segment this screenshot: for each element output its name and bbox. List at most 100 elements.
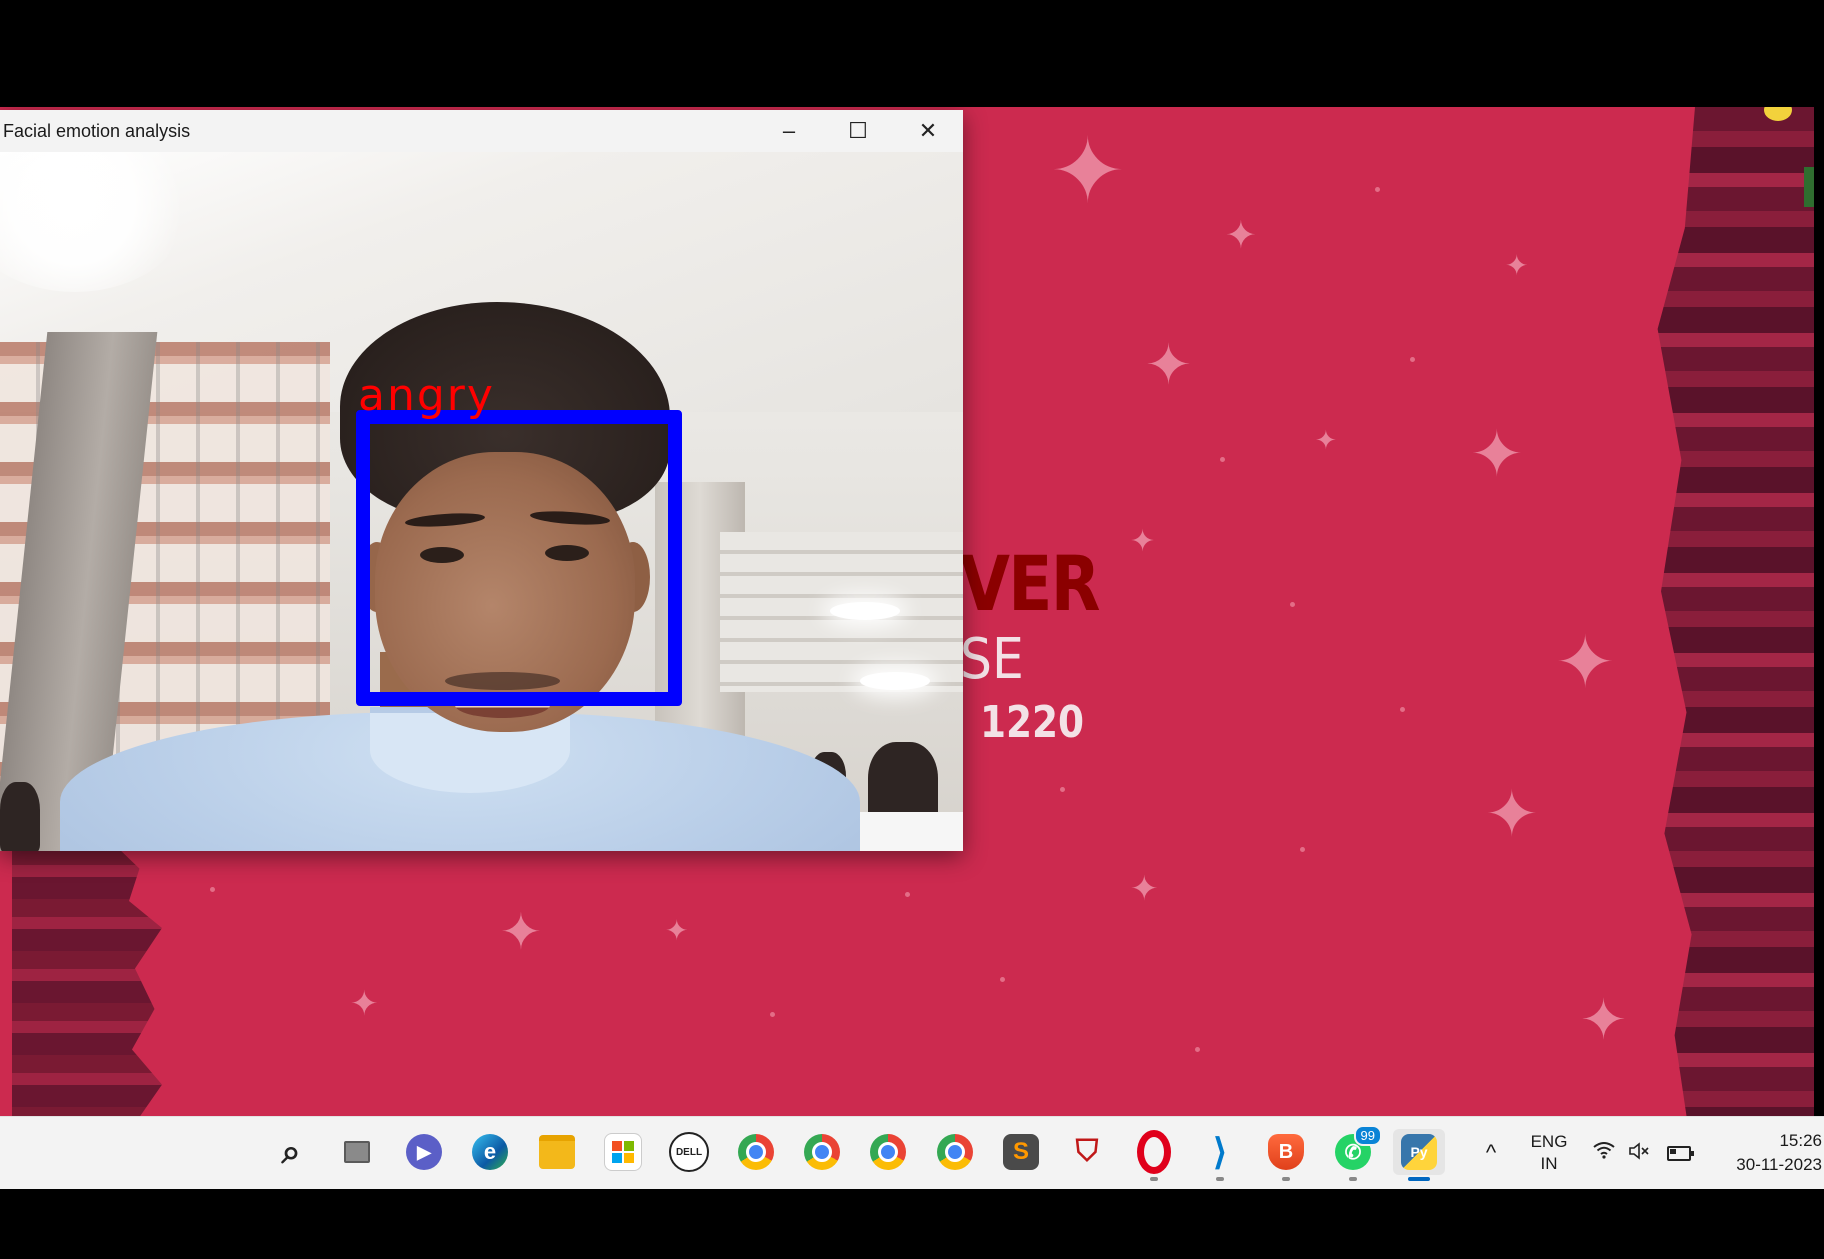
game-subline: SE [960, 627, 1024, 692]
sparkle-icon: ✦ [1145, 333, 1192, 396]
sparkle-dot [770, 1012, 775, 1017]
sparkle-dot [210, 887, 215, 892]
face-detection-box [356, 410, 682, 706]
whatsapp-button[interactable]: ✆ 99 [1330, 1125, 1382, 1181]
close-button[interactable]: ✕ [893, 110, 963, 152]
sparkle-icon: ✦ [1130, 525, 1156, 558]
python-icon: Py [1401, 1134, 1437, 1170]
sparkle-icon: ✦ [665, 915, 689, 946]
battery-icon [1667, 1145, 1694, 1161]
battery-button[interactable] [1664, 1117, 1694, 1189]
sparkle-dot [1060, 787, 1065, 792]
chrome-profile-2-button[interactable] [799, 1129, 845, 1175]
active-indicator [1408, 1177, 1430, 1181]
mcafee-shield-icon: ⛉ [1075, 1135, 1099, 1168]
sparkle-dot [1220, 457, 1225, 462]
sparkle-dot [1195, 1047, 1200, 1052]
taskbar: ⌕ ▶ e DELL S ⛉ ⟩ B ✆ 99 Py ^ ENG IN 15:2… [0, 1116, 1824, 1189]
game-headline: VER [960, 539, 1100, 628]
region-code: IN [1540, 1154, 1558, 1173]
wifi-button[interactable] [1590, 1117, 1618, 1189]
vscode-button[interactable]: ⟩ [1197, 1129, 1243, 1181]
close-icon: ✕ [918, 118, 938, 143]
teams-chat-button[interactable]: ▶ [401, 1129, 447, 1175]
facial-emotion-window[interactable]: Facial emotion analysis – ☐ ✕ angry [0, 110, 963, 851]
running-indicator [1216, 1177, 1224, 1181]
sparkle-icon: ✦ [1130, 870, 1159, 908]
window-title: Facial emotion analysis [3, 120, 191, 141]
notification-badge: 99 [1353, 1125, 1382, 1146]
sparkle-dot [1400, 707, 1405, 712]
webcam-feed: angry [0, 152, 963, 851]
sparkle-dot [1375, 187, 1380, 192]
store-icon [604, 1133, 642, 1171]
search-button[interactable]: ⌕ [268, 1129, 314, 1175]
chrome-button[interactable] [733, 1129, 779, 1175]
sparkle-icon: ✦ [1555, 623, 1616, 703]
sparkle-icon: ✦ [1225, 215, 1257, 257]
green-edge-strip [1804, 167, 1814, 207]
chevron-up-icon: ^ [1485, 1140, 1497, 1165]
sparkle-icon: ✦ [1050, 122, 1126, 222]
brave-button[interactable]: B [1263, 1129, 1309, 1181]
sparkle-dot [1300, 847, 1305, 852]
sparkle-icon: ✦ [1315, 425, 1337, 455]
sparkle-dot [905, 892, 910, 897]
python-button[interactable]: Py [1393, 1129, 1445, 1181]
chrome-profile-icon [870, 1134, 906, 1170]
chrome-profile-icon [804, 1134, 840, 1170]
left-decorative-border [12, 847, 162, 1116]
language-indicator[interactable]: ENG IN [1526, 1117, 1572, 1189]
task-view-icon [339, 1134, 375, 1170]
minimize-icon: – [782, 118, 796, 143]
sublime-text-button[interactable]: S [998, 1129, 1044, 1175]
folder-icon [539, 1135, 575, 1169]
show-hidden-icons-button[interactable]: ^ [1478, 1117, 1504, 1189]
file-explorer-button[interactable] [534, 1129, 580, 1175]
sparkle-dot [1410, 357, 1415, 362]
sublime-text-icon: S [1003, 1134, 1039, 1170]
opera-icon [1136, 1130, 1172, 1174]
dell-icon: DELL [669, 1132, 709, 1172]
microsoft-store-button[interactable] [600, 1129, 646, 1175]
game-score: : 1220 [952, 697, 1085, 748]
chrome-profile-3-button[interactable] [865, 1129, 911, 1175]
maximize-icon: ☐ [848, 118, 868, 143]
title-bar[interactable]: Facial emotion analysis – ☐ ✕ [0, 110, 963, 152]
sparkle-dot [1000, 977, 1005, 982]
sparkle-icon: ✦ [1470, 418, 1524, 490]
right-decorative-border [1657, 107, 1814, 1116]
task-view-button[interactable] [334, 1129, 380, 1175]
sparkle-icon: ✦ [1580, 988, 1627, 1051]
minimize-button[interactable]: – [754, 110, 824, 152]
mcafee-button[interactable]: ⛉ [1064, 1129, 1110, 1175]
ceiling-lamp [860, 672, 930, 690]
sparkle-icon: ✦ [500, 904, 542, 960]
running-indicator [1349, 1177, 1357, 1181]
windows-logo-icon [206, 1134, 242, 1170]
vscode-icon: ⟩ [1212, 1131, 1228, 1172]
opera-button[interactable] [1131, 1129, 1177, 1181]
time: 15:26 [1779, 1131, 1822, 1150]
dell-button[interactable]: DELL [666, 1129, 712, 1175]
background-person [0, 782, 40, 851]
edge-icon: e [472, 1134, 508, 1170]
running-indicator [1150, 1177, 1158, 1181]
chrome-profile-4-button[interactable] [932, 1129, 978, 1175]
sparkle-icon: ✦ [1485, 778, 1539, 850]
emotion-label: angry [358, 370, 495, 421]
sparkle-icon: ✦ [350, 985, 379, 1023]
running-indicator [1282, 1177, 1290, 1181]
volume-muted-icon [1628, 1141, 1650, 1165]
clock[interactable]: 15:26 30-11-2023 [1710, 1117, 1822, 1189]
maximize-button[interactable]: ☐ [823, 110, 893, 152]
edge-button[interactable]: e [467, 1129, 513, 1175]
search-icon: ⌕ [281, 1132, 301, 1171]
date: 30-11-2023 [1736, 1155, 1822, 1174]
volume-button[interactable] [1625, 1117, 1653, 1189]
start-button[interactable] [201, 1129, 247, 1175]
brave-lion-icon: B [1268, 1134, 1304, 1170]
sparkle-icon: ✦ [1505, 250, 1529, 281]
language-code: ENG [1530, 1132, 1568, 1151]
chrome-profile-icon [937, 1134, 973, 1170]
